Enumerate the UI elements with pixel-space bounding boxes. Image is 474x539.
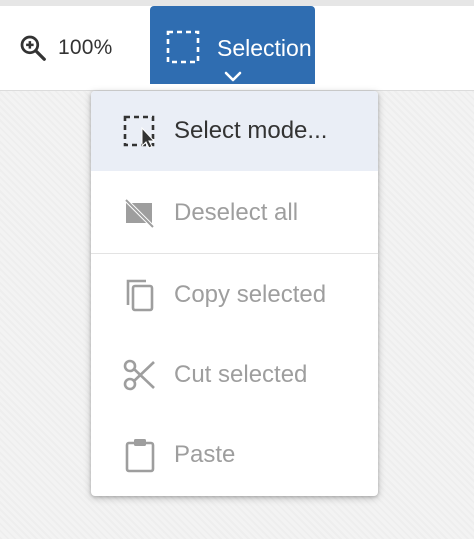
selection-button-label: Selection — [217, 35, 312, 61]
menu-item-label: Select mode... — [174, 117, 328, 144]
menu-item-label: Copy selected — [174, 281, 327, 308]
deselect-all-icon — [122, 195, 158, 231]
selection-button[interactable]: Selection — [150, 6, 315, 84]
menu-item-paste[interactable]: Paste — [91, 415, 378, 495]
zoom-control[interactable]: 100% — [18, 26, 113, 70]
menu-divider — [91, 253, 378, 254]
clipboard-icon — [122, 437, 158, 473]
chevron-down-icon — [224, 71, 242, 82]
menu-item-label: Deselect all — [174, 199, 299, 226]
menu-item-label: Paste — [174, 441, 236, 468]
selection-dashed-icon — [166, 30, 200, 64]
menu-item-cut-selected[interactable]: Cut selected — [91, 335, 378, 415]
zoom-level: 100% — [58, 36, 113, 59]
selection-dropdown-menu: Select mode... Deselect all Copy selecte… — [91, 91, 378, 496]
copy-icon — [122, 277, 158, 313]
menu-item-select-mode[interactable]: Select mode... — [91, 91, 378, 171]
select-mode-icon — [122, 113, 158, 149]
zoom-in-icon — [20, 35, 46, 61]
menu-item-copy-selected[interactable]: Copy selected — [91, 255, 378, 335]
menu-item-deselect-all[interactable]: Deselect all — [91, 173, 378, 253]
scissors-icon — [122, 357, 158, 393]
menu-item-label: Cut selected — [174, 361, 308, 388]
